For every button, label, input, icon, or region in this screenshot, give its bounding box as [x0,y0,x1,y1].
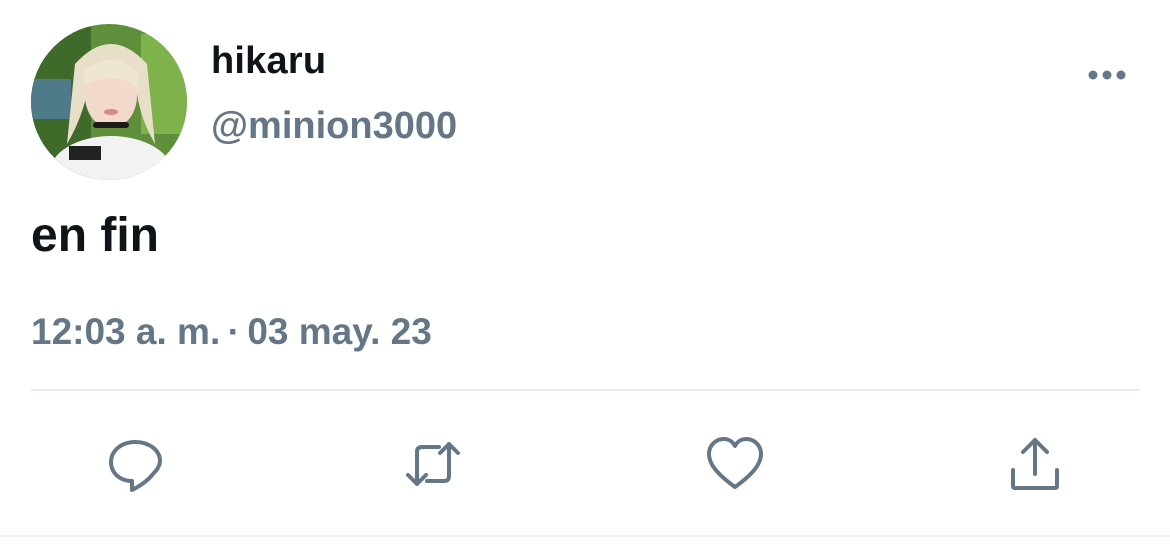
reply-icon [109,440,162,492]
share-button[interactable] [1003,432,1067,496]
display-name[interactable]: hikaru [211,40,326,83]
like-button[interactable] [703,432,767,496]
share-icon [1011,438,1059,490]
avatar[interactable] [31,24,187,180]
tweet-timestamp[interactable]: 12:03 a. m. · 03 may. 23 [31,311,432,353]
retweet-icon [406,442,460,486]
reply-button[interactable] [103,432,167,496]
heart-icon [707,437,763,489]
user-handle[interactable]: @minion3000 [211,105,457,148]
more-horizontal-icon [1088,70,1126,80]
bottom-divider [0,535,1170,537]
avatar-image [31,24,187,180]
tweet-detail: hikaru @minion3000 en fin 12:03 a. m. · 03… [0,0,1170,555]
tweet-time: 12:03 a. m. [31,311,221,352]
tweet-text: en fin [31,209,159,262]
tweet-date: 03 may. 23 [247,311,432,352]
timestamp-separator: · [227,311,240,352]
more-options-button[interactable] [1084,60,1130,90]
retweet-button[interactable] [401,432,465,496]
divider [31,389,1140,391]
